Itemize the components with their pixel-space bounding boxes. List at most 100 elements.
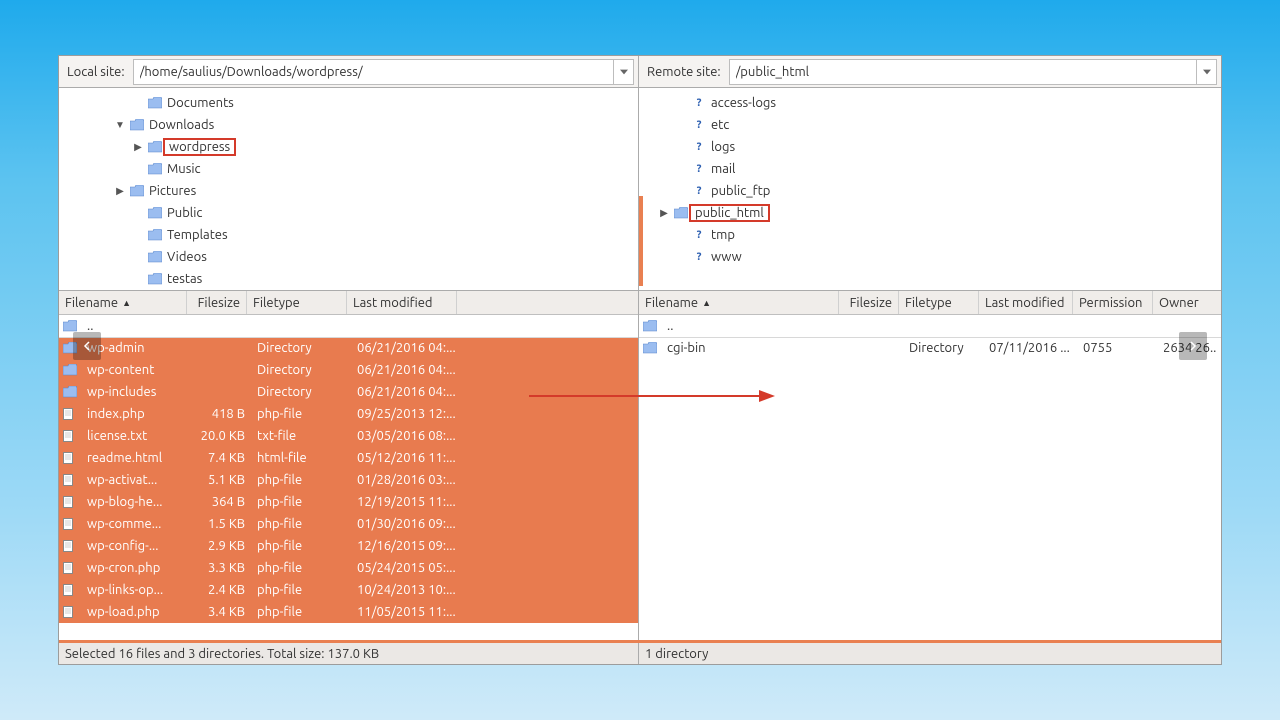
local-tree-pane[interactable]: Documents ▼ Downloads ▶wordpress Music ▶Pictu…: [59, 88, 639, 291]
local-path-combo[interactable]: [133, 59, 634, 85]
file-icon: [63, 429, 77, 443]
tree-item[interactable]: ▶Pictures: [59, 180, 638, 202]
folder-icon: [643, 319, 657, 333]
tree-expand-icon[interactable]: ▶: [131, 141, 145, 153]
file-type: php-file: [251, 495, 351, 509]
file-permissions: 0755: [1077, 341, 1157, 355]
folder-icon: [63, 385, 77, 399]
col-filesize[interactable]: Filesize: [187, 291, 247, 314]
tree-item-label: Videos: [167, 250, 207, 264]
file-name: wp-comme...: [81, 517, 191, 531]
file-row[interactable]: license.txt20.0 KBtxt-file03/05/2016 08:…: [59, 425, 638, 447]
file-row[interactable]: wp-contentDirectory06/21/2016 04:...: [59, 359, 638, 381]
local-columns-header[interactable]: Filename▲ Filesize Filetype Last modifie…: [59, 291, 638, 315]
file-modified: 01/28/2016 03:...: [351, 473, 461, 487]
file-row[interactable]: wp-config-...2.9 KBphp-file12/16/2015 09…: [59, 535, 638, 557]
tree-item[interactable]: ?mail: [639, 158, 1221, 180]
tree-item[interactable]: Documents: [59, 92, 638, 114]
file-row[interactable]: wp-blog-he...364 Bphp-file12/19/2015 11:…: [59, 491, 638, 513]
tree-item-label: Templates: [167, 228, 228, 242]
tree-item[interactable]: ? www: [639, 246, 1221, 268]
chevron-right-icon: [1188, 341, 1198, 351]
file-type: Directory: [251, 385, 351, 399]
file-name: cgi-bin: [661, 341, 843, 355]
tree-item[interactable]: ?public_ftp: [639, 180, 1221, 202]
parent-dir-row[interactable]: ..: [639, 315, 1221, 337]
file-modified: 12/19/2015 11:...: [351, 495, 461, 509]
folder-icon: [147, 140, 163, 154]
file-icon: [63, 583, 77, 597]
folder-icon: [147, 250, 163, 264]
chevron-left-icon: [82, 341, 92, 351]
unknown-folder-icon: ?: [691, 250, 707, 264]
file-type: html-file: [251, 451, 351, 465]
file-row[interactable]: wp-cron.php3.3 KBphp-file05/24/2015 05:.…: [59, 557, 638, 579]
tree-item[interactable]: testas: [59, 268, 638, 290]
local-path-input[interactable]: [134, 65, 613, 79]
file-type: php-file: [251, 605, 351, 619]
file-row[interactable]: wp-comme...1.5 KBphp-file01/30/2016 09:.…: [59, 513, 638, 535]
tree-item[interactable]: ?tmp: [639, 224, 1221, 246]
tree-item[interactable]: ?logs: [639, 136, 1221, 158]
col-filetype[interactable]: Filetype: [899, 291, 979, 314]
remote-path-dropdown-button[interactable]: [1196, 60, 1216, 84]
nav-prev-button[interactable]: [73, 332, 101, 360]
local-file-list[interactable]: Filename▲ Filesize Filetype Last modifie…: [59, 291, 639, 640]
tree-item[interactable]: Templates: [59, 224, 638, 246]
local-path-dropdown-button[interactable]: [613, 60, 633, 84]
tree-item-label: Downloads: [149, 118, 214, 132]
file-name: readme.html: [81, 451, 191, 465]
remote-path-combo[interactable]: [729, 59, 1217, 85]
tree-expand-icon[interactable]: ▼: [113, 119, 127, 131]
file-row[interactable]: wp-adminDirectory06/21/2016 04:...: [59, 337, 638, 359]
tree-item-label: public_html: [689, 204, 770, 222]
remote-file-list[interactable]: Filename▲ Filesize Filetype Last modifie…: [639, 291, 1221, 640]
file-modified: 11/05/2015 11:...: [351, 605, 461, 619]
tree-item[interactable]: ?access-logs: [639, 92, 1221, 114]
local-site-label: Local site:: [63, 65, 129, 79]
tree-expand-icon[interactable]: ▶: [113, 185, 127, 197]
file-row[interactable]: wp-load.php3.4 KBphp-file11/05/2015 11:.…: [59, 601, 638, 623]
file-size: 2.9 KB: [191, 539, 251, 553]
remote-path-input[interactable]: [730, 65, 1196, 79]
file-name: wp-blog-he...: [81, 495, 191, 509]
file-size: 3.3 KB: [191, 561, 251, 575]
col-filename[interactable]: Filename▲: [639, 291, 839, 314]
col-owner[interactable]: Owner: [1153, 291, 1221, 314]
col-permission[interactable]: Permission: [1073, 291, 1153, 314]
tree-item-label: Music: [167, 162, 201, 176]
tree-item[interactable]: Videos: [59, 246, 638, 268]
col-filesize[interactable]: Filesize: [839, 291, 899, 314]
remote-columns-header[interactable]: Filename▲ Filesize Filetype Last modifie…: [639, 291, 1221, 315]
nav-next-button[interactable]: [1179, 332, 1207, 360]
file-type: php-file: [251, 539, 351, 553]
remote-tree-pane[interactable]: ?access-logs?etc?logs?mail?public_ftp ▶ pu…: [639, 88, 1221, 291]
tree-expand-icon[interactable]: ▶: [657, 207, 671, 219]
tree-item[interactable]: ▶ public_html: [639, 202, 1221, 224]
file-row[interactable]: wp-links-op...2.4 KBphp-file10/24/2013 1…: [59, 579, 638, 601]
tree-item[interactable]: Music: [59, 158, 638, 180]
path-row: Local site: Remote site:: [59, 56, 1221, 88]
col-lastmod[interactable]: Last modified: [347, 291, 457, 314]
parent-dir-row[interactable]: ..: [59, 315, 638, 337]
unknown-folder-icon: ?: [691, 140, 707, 154]
chevron-down-icon: [1203, 68, 1211, 76]
tree-item[interactable]: ?etc: [639, 114, 1221, 136]
file-type: Directory: [251, 341, 351, 355]
tree-item-label: www: [711, 250, 742, 264]
file-icon: [63, 473, 77, 487]
col-filename[interactable]: Filename▲: [59, 291, 187, 314]
tree-item[interactable]: ▶wordpress: [59, 136, 638, 158]
sort-asc-icon: ▲: [702, 298, 711, 308]
col-lastmod[interactable]: Last modified: [979, 291, 1073, 314]
tree-item[interactable]: Public: [59, 202, 638, 224]
tree-item[interactable]: ▼ Downloads: [59, 114, 638, 136]
ftp-client-window: Local site: Remote site: Documents ▼ Downl…: [58, 55, 1222, 665]
col-filetype[interactable]: Filetype: [247, 291, 347, 314]
file-row[interactable]: wp-activat...5.1 KBphp-file01/28/2016 03…: [59, 469, 638, 491]
file-icon: [63, 517, 77, 531]
file-row[interactable]: readme.html7.4 KBhtml-file05/12/2016 11:…: [59, 447, 638, 469]
file-row[interactable]: cgi-binDirectory07/11/2016 ...07552634 2…: [639, 337, 1221, 359]
pane-splitter-handle[interactable]: [639, 196, 643, 286]
file-type: php-file: [251, 517, 351, 531]
